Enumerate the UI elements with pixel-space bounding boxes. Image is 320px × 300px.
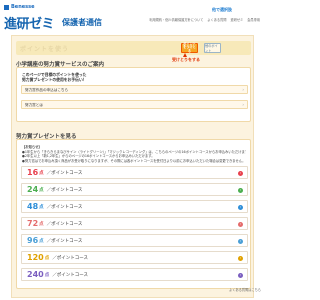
brand-text: Benesse <box>11 4 35 10</box>
site-logo[interactable]: 進研ゼミ <box>4 13 55 32</box>
chevron-right-icon: › <box>238 273 243 278</box>
other-points-button[interactable]: 他のポイント <box>204 43 221 53</box>
course-label: ／ポイントコース <box>46 187 83 193</box>
course-unit: 点 <box>44 272 50 278</box>
annotation-right: 他で選択肢 <box>212 7 232 12</box>
header-link-terms[interactable]: 利用規約・個人情報保護方針について <box>149 17 203 22</box>
course-unit: 点 <box>39 170 44 176</box>
header-links: 利用規約・個人情報保護方針について よくある質問 進研ゼミ 会員専用 <box>149 17 260 22</box>
course-24[interactable]: 24 点 ／ポイントコース › <box>21 183 248 196</box>
section1-line2: 努力賞プレゼントの使用をお手伝い！ <box>22 77 87 82</box>
faq-link[interactable]: よくある質問はこちら <box>229 287 261 292</box>
header-link-members[interactable]: 会員専用 <box>247 17 260 22</box>
course-unit: 点 <box>44 255 50 261</box>
site-header: 進研ゼミ 保護者通信 利用規約・個人情報保護方針について よくある質問 進研ゼミ… <box>0 11 266 34</box>
section1-card: このページで目標のポイントを使った 努力賞プレゼントの使用をお手伝い！ 努力賞作… <box>16 67 251 122</box>
course-number: 240 <box>27 270 44 279</box>
course-number: 16 <box>27 168 39 177</box>
course-label: ／ポイントコース <box>46 238 83 244</box>
course-72[interactable]: 72 点 ／ポイントコース › <box>21 217 248 230</box>
brand-bar: Benesse <box>4 3 35 11</box>
apply-row[interactable]: 努力賞作品の申込はこちら › <box>21 85 248 94</box>
course-number: 48 <box>27 202 39 211</box>
chevron-right-icon: › <box>238 205 243 210</box>
receive-points-button[interactable]: ポイントをうけとる <box>181 43 198 53</box>
chevron-right-icon: › <box>238 256 243 261</box>
course-label: ／ポイントコース <box>46 221 83 227</box>
about-row-label: 努力賞とは <box>25 103 43 107</box>
course-48[interactable]: 48 点 ／ポイントコース › <box>21 200 248 213</box>
chevron-right-icon: › <box>242 87 244 92</box>
course-unit: 点 <box>39 238 44 244</box>
course-unit: 点 <box>39 221 44 227</box>
chevron-right-icon: › <box>238 239 243 244</box>
course-120[interactable]: 120 点 ／ポイントコース › <box>21 251 248 264</box>
site-name: 保護者通信 <box>62 18 103 27</box>
apply-row-label: 努力賞作品の申込はこちら <box>25 88 69 92</box>
course-label: ／ポイントコース <box>46 204 83 210</box>
chevron-right-icon: › <box>238 222 243 227</box>
benesse-logo-icon <box>4 4 9 10</box>
section2-card: 【お知らせ】 ●1年生から「きらきらまなびサイン（ライトグリーン）」「マジックレ… <box>16 139 251 289</box>
main-panel: ポイントを使う ポイントをうけとる 他のポイント 受けとりをする 小学講座の努力… <box>11 35 254 298</box>
about-row[interactable]: 努力賞とは › <box>21 100 248 109</box>
course-96[interactable]: 96 点 ／ポイントコース › <box>21 234 248 247</box>
course-label: ／ポイントコース <box>52 272 88 278</box>
course-label: ／ポイントコース <box>52 255 88 261</box>
hero-faded-text: ポイントを使う <box>20 46 70 53</box>
course-number: 120 <box>27 253 44 262</box>
chevron-right-icon: › <box>238 188 243 193</box>
header-link-seminar[interactable]: 進研ゼミ <box>231 17 244 22</box>
header-link-faq[interactable]: よくある質問 <box>207 17 226 22</box>
course-240[interactable]: 240 点 ／ポイントコース › <box>21 268 248 281</box>
course-unit: 点 <box>39 187 44 193</box>
notes-line: ●努力賞はでお申込み頂く商品がお受け取りになりますが、その際には各ポイントコース… <box>22 158 246 163</box>
course-label: ／ポイントコース <box>46 170 83 176</box>
course-16[interactable]: 16 点 ／ポイントコース › <box>21 166 248 179</box>
course-number: 24 <box>27 185 39 194</box>
chevron-right-icon: › <box>242 102 244 107</box>
annotation-left: 受けとりをする <box>172 57 200 62</box>
chevron-right-icon: › <box>238 171 243 176</box>
hero-banner: ポイントを使う ポイントをうけとる 他のポイント <box>16 41 251 55</box>
course-number: 72 <box>27 219 39 228</box>
course-unit: 点 <box>39 204 44 210</box>
notes-block: 【お知らせ】 ●1年生から「きらきらまなびサイン（ライトグリーン）」「マジックレ… <box>22 145 246 163</box>
course-number: 96 <box>27 236 39 245</box>
